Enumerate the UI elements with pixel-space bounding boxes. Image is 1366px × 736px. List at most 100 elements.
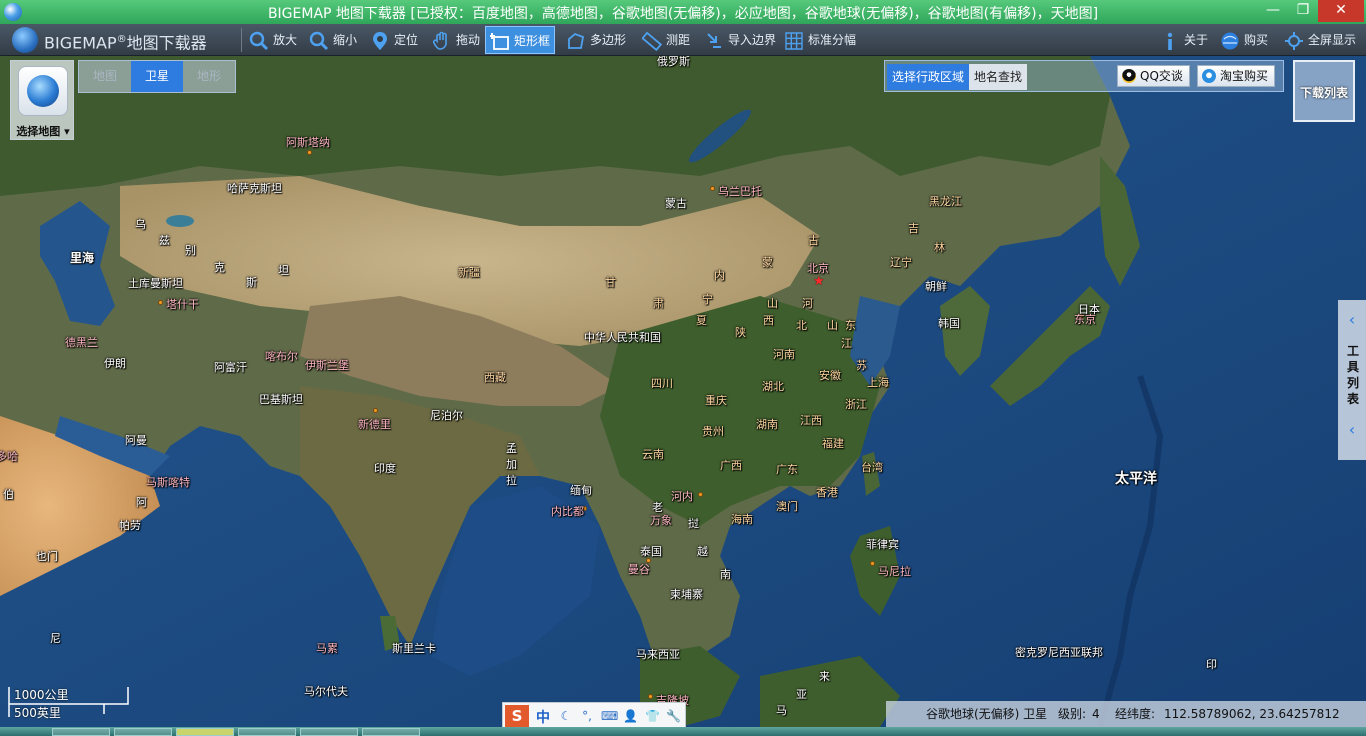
map-label-jilin-1: 吉 [908,222,919,235]
map-label-macau: 澳门 [776,500,798,513]
map-label-sichuan: 四川 [651,377,673,390]
map-label-saudi-arabia-3: 帕劳 [119,519,141,532]
map-label-cambodia: 柬埔寨 [670,588,703,601]
download-list-button[interactable]: 下载列表 [1293,60,1355,122]
map-label-shaanxi: 陕 [735,326,746,339]
close-button[interactable]: ✕ [1318,0,1364,22]
locate-button[interactable]: 定位 [370,26,418,54]
satellite-imagery [0,56,1366,727]
taskbar-item[interactable] [52,728,110,736]
map-label-shandong-1: 山 [827,319,838,332]
map-label-jiangsu-2: 苏 [856,359,867,372]
qq-chat-label: QQ交谈 [1140,69,1183,83]
tab-map[interactable]: 地图 [79,61,131,92]
main-toolbar: BIGEMAP®地图下载器 放大 缩小 定位 拖动 矩形框 多边形 测距 导入边… [0,24,1366,56]
import-icon [707,32,721,48]
moon-icon[interactable]: ☾ [559,709,573,723]
fullscreen-button[interactable]: 全屏显示 [1284,26,1356,54]
map-label-kazakhstan: 哈萨克斯坦 [227,182,282,195]
map-label-hebei-1: 河 [802,297,813,310]
window-title: BIGEMAP 地图下载器 [已授权：百度地图，高德地图，谷歌地图(无偏移)，必… [267,6,1099,22]
standard-sheet-button[interactable]: 标准分幅 [784,26,856,54]
user-icon[interactable]: 👤 [623,709,638,723]
taobao-buy-button[interactable]: 淘宝购买 [1197,65,1276,87]
measure-button[interactable]: 测距 [642,26,690,54]
map-label-vientiane: 万象 [650,514,672,527]
tab-terrain[interactable]: 地形 [183,61,235,92]
map-label-uzbek-5: 斯 [246,276,257,289]
map-label-shanghai: 上海 [867,376,889,389]
chevron-left-icon[interactable]: ‹ [1345,312,1359,328]
map-label-manila: 马尼拉 [878,565,911,578]
map-label-myanmar: 缅甸 [570,484,592,497]
import-boundary-button[interactable]: 导入边界 [704,26,776,54]
map-label-new-delhi: 新德里 [358,418,391,431]
map-label-iran: 伊朗 [104,357,126,370]
wrench-icon[interactable]: 🔧 [666,709,681,723]
map-label-somalia: 尼 [50,632,61,645]
map-label-inner-mongolia-2: 蒙 [762,256,773,269]
status-level-value: 4 [1092,707,1100,721]
restore-button[interactable]: ❐ [1288,0,1318,22]
map-label-kabul: 喀布尔 [265,350,298,363]
place-search-button[interactable]: 地名查找 [969,64,1028,90]
rectangle-select-label: 矩形框 [514,34,551,48]
map-label-male: 马累 [316,642,338,655]
map-label-guangxi: 广西 [720,459,742,472]
map-label-north-korea: 朝鲜 [925,280,947,293]
import-boundary-label: 导入边界 [728,33,777,47]
about-button[interactable]: 关于 [1160,26,1208,54]
map-label-zhejiang: 浙江 [845,398,867,411]
info-icon [1167,32,1173,50]
map-label-palau: 密克罗尼西亚联邦 [1015,646,1103,659]
map-label-beijing: 北京 [807,262,829,275]
map-label-saudi-arabia-2: 阿 [136,496,147,509]
pan-button[interactable]: 拖动 [432,26,480,54]
about-label: 关于 [1184,33,1209,47]
taskbar-item[interactable] [114,728,172,736]
keyboard-icon[interactable]: ⌨ [601,709,618,723]
satellite-map[interactable]: 俄罗斯 蒙古 哈萨克斯坦 乌 兹 别 克 斯 坦 土库曼斯坦 伊朗 阿富汗 巴基… [0,56,1366,727]
map-label-jilin-2: 林 [934,241,945,254]
qq-chat-button[interactable]: QQ交谈 [1117,65,1190,87]
map-label-yemen: 也门 [36,550,58,563]
map-label-hebei-2: 北 [796,319,807,332]
map-label-philippines: 菲律宾 [866,538,899,551]
skin-icon[interactable]: 👕 [645,709,660,723]
map-label-ulaanbaatar: 乌兰巴托 [718,185,762,198]
taskbar-item[interactable] [362,728,420,736]
buy-button[interactable]: 购买 [1220,26,1268,54]
map-label-russia: 俄罗斯 [657,56,690,68]
tool-list-drawer[interactable]: ‹ 工具列表 ‹ [1338,300,1366,460]
zoom-out-button[interactable]: 缩小 [309,26,357,54]
polygon-button[interactable]: 多边形 [566,26,626,54]
capital-star-icon: ★ [813,274,825,289]
map-label-indonesia-2: 亚 [796,688,807,701]
map-label-bangladesh-2: 加 [506,458,517,471]
zoom-out-icon [309,31,329,50]
rectangle-select-button[interactable]: 矩形框 [485,26,556,54]
ime-toolbar[interactable]: S 中 ☾ °, ⌨ 👤 👕 🔧 [502,702,686,727]
select-map-panel[interactable]: 选择地图 ▾ [10,60,74,140]
fullscreen-icon [1285,31,1303,50]
map-label-hainan: 海南 [731,513,753,526]
taskbar-item[interactable] [300,728,358,736]
punctuation-icon[interactable]: °, [580,709,594,723]
search-toolbar: 选择行政区域 地名查找 QQ交谈 淘宝购买 [884,60,1284,92]
status-coord-value: 112.58789062, 23.64257812 [1164,707,1340,721]
minimize-button[interactable]: — [1258,0,1288,22]
map-label-oman: 阿曼 [125,434,147,447]
map-label-vietnam-1: 越 [697,545,708,558]
taskbar-item[interactable] [238,728,296,736]
map-label-ningxia-1: 宁 [702,293,713,306]
map-label-shanxi-2: 西 [763,314,774,327]
map-label-maldives: 马尔代夫 [304,685,348,698]
location-pin-icon [373,31,387,50]
ime-chinese-mode[interactable]: 中 [536,707,550,727]
select-region-button[interactable]: 选择行政区域 [887,64,970,90]
tab-satellite[interactable]: 卫星 [131,61,183,92]
taskbar-item-active[interactable] [176,728,234,736]
zoom-in-button[interactable]: 放大 [249,26,297,54]
sogou-ime-icon[interactable]: S [505,705,529,727]
chevron-left-icon-lower[interactable]: ‹ [1345,422,1359,438]
